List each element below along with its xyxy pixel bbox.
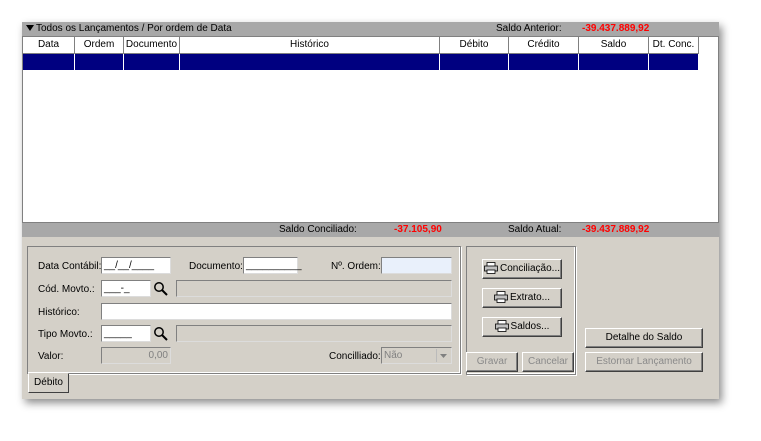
cod-movto-description: [176, 280, 452, 297]
column-header-documento[interactable]: Documento: [124, 37, 180, 54]
triangle-down-icon[interactable]: [26, 24, 34, 32]
extrato-button[interactable]: Extrato...: [482, 288, 562, 308]
saldos-label: Saldos...: [510, 321, 550, 332]
printer-icon: [494, 291, 508, 304]
documento-label: Documento:: [189, 261, 243, 272]
column-header-saldo[interactable]: Saldo: [579, 37, 649, 54]
table-cell[interactable]: [75, 54, 124, 70]
tipo-movto-input[interactable]: _____: [101, 325, 151, 342]
chevron-down-icon[interactable]: [436, 349, 450, 362]
tipo-movto-label: Tipo Movto.:: [38, 329, 93, 340]
table-cell[interactable]: [509, 54, 579, 70]
search-icon[interactable]: [152, 280, 170, 297]
detalhe-saldo-button[interactable]: Detalhe do Saldo: [585, 328, 703, 348]
header-title[interactable]: Todos os Lançamentos / Por ordem de Data: [26, 23, 232, 34]
lancamentos-window: Todos os Lançamentos / Por ordem de Data…: [22, 22, 719, 399]
column-header-dt-conc[interactable]: Dt. Conc.: [649, 37, 699, 54]
grid-header: Data Ordem Documento Histórico Débito Cr…: [23, 37, 699, 54]
tab-debito[interactable]: Débito: [28, 373, 69, 393]
table-cell[interactable]: [649, 54, 699, 70]
saldo-anterior-value: -39.437.889,92: [582, 23, 650, 34]
extrato-label: Extrato...: [509, 292, 550, 303]
cancelar-button[interactable]: Cancelar: [522, 352, 574, 372]
column-header-ordem[interactable]: Ordem: [75, 37, 124, 54]
historico-label: Histórico:: [38, 307, 80, 318]
estornar-lancamento-button[interactable]: Estornar Lançamento: [585, 352, 703, 372]
column-header-debito[interactable]: Débito: [440, 37, 509, 54]
lancamentos-grid[interactable]: Data Ordem Documento Histórico Débito Cr…: [22, 36, 719, 223]
saldo-anterior-label: Saldo Anterior:: [496, 23, 562, 34]
column-header-credito[interactable]: Crédito: [509, 37, 579, 54]
printer-icon: [484, 262, 498, 275]
numero-ordem-input[interactable]: [381, 257, 452, 274]
saldo-conciliado-label: Saldo Conciliado:: [279, 224, 357, 235]
gravar-button[interactable]: Gravar: [466, 352, 518, 372]
conciliado-label: Concilliado:: [329, 351, 381, 362]
lancamento-form-panel: Data Contábil: __/__/____ Documento: ___…: [27, 246, 461, 374]
table-cell[interactable]: [180, 54, 440, 70]
table-row[interactable]: [23, 54, 699, 70]
summary-bar: Saldo Conciliado: -37.105,90 Saldo Atual…: [22, 223, 719, 237]
table-cell[interactable]: [23, 54, 75, 70]
saldo-atual-label: Saldo Atual:: [508, 224, 562, 235]
saldos-button[interactable]: Saldos...: [482, 317, 562, 337]
conciliado-select[interactable]: Não: [381, 347, 452, 364]
conciliado-select-value: Não: [384, 350, 403, 361]
numero-ordem-label: Nº. Ordem:: [331, 261, 381, 272]
header-title-text: Todos os Lançamentos / Por ordem de Data: [36, 23, 232, 34]
table-cell[interactable]: [579, 54, 649, 70]
column-header-historico[interactable]: Histórico: [180, 37, 440, 54]
valor-input[interactable]: 0,00: [101, 347, 171, 364]
printer-icon: [494, 320, 509, 333]
saldo-atual-value: -39.437.889,92: [582, 224, 650, 235]
historico-input[interactable]: [101, 303, 452, 320]
table-cell[interactable]: [440, 54, 509, 70]
saldo-conciliado-value: -37.105,90: [394, 224, 442, 235]
documento-input[interactable]: __________: [243, 257, 302, 274]
data-contabil-label: Data Contábil:: [38, 261, 102, 272]
search-icon[interactable]: [152, 325, 170, 342]
tipo-movto-description: [176, 325, 452, 342]
conciliacao-label: Conciliação...: [499, 263, 561, 274]
cod-movto-label: Cód. Movto.:: [38, 284, 95, 295]
data-contabil-input[interactable]: __/__/____: [101, 257, 171, 274]
table-cell[interactable]: [124, 54, 180, 70]
header-bar: Todos os Lançamentos / Por ordem de Data…: [22, 22, 719, 36]
column-header-data[interactable]: Data: [23, 37, 75, 54]
cod-movto-input[interactable]: ___-_: [101, 280, 151, 297]
conciliacao-button[interactable]: Conciliação...: [482, 259, 562, 279]
valor-label: Valor:: [38, 351, 64, 362]
